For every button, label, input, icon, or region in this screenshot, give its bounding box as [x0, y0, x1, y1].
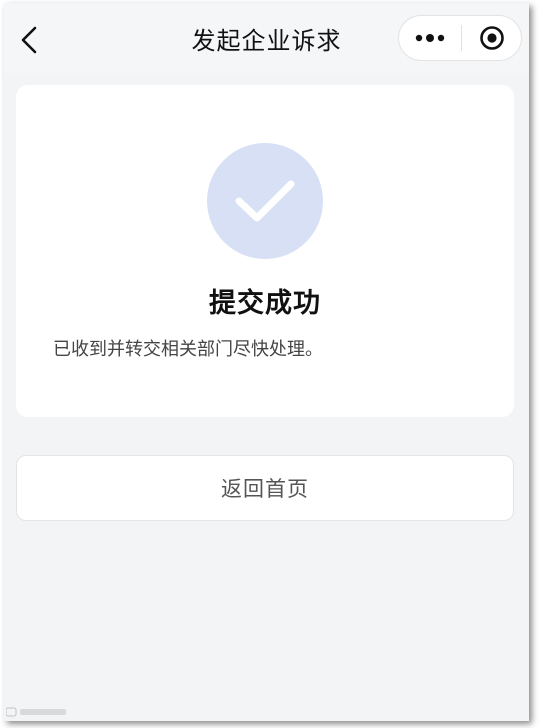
- checkmark-icon: [235, 180, 295, 222]
- more-button[interactable]: [399, 16, 461, 60]
- watermark: [5, 706, 70, 721]
- mini-program-capsule: [398, 15, 522, 61]
- close-button[interactable]: [462, 16, 521, 60]
- success-badge: [207, 143, 323, 259]
- nav-bar: 发起企业诉求: [4, 3, 529, 73]
- success-message: 已收到并转交相关部门尽快处理。: [53, 339, 323, 360]
- success-title: 提交成功: [209, 288, 321, 319]
- back-to-home-button[interactable]: 返回首页: [16, 455, 514, 521]
- app-frame: 发起企业诉求 提交成功 已收到并转交相关部门尽快处理。 返回首页: [4, 3, 529, 721]
- more-dots-icon: [415, 34, 445, 42]
- record-circle-icon: [479, 26, 504, 50]
- watermark-logo-icon: [5, 707, 66, 717]
- result-card: 提交成功 已收到并转交相关部门尽快处理。: [16, 85, 514, 417]
